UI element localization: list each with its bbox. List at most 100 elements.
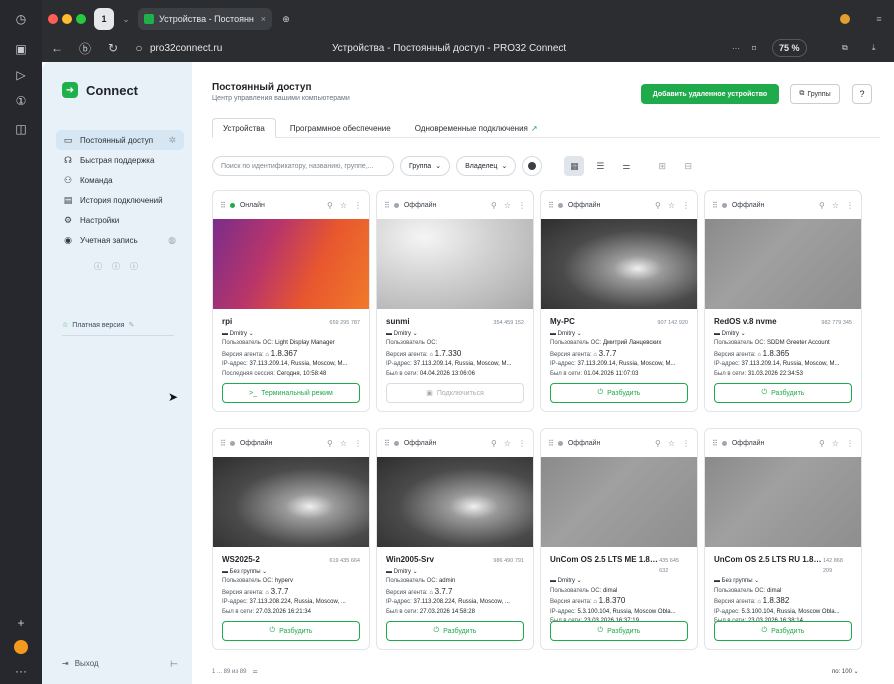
- device-card[interactable]: ⠿ Оффлайн ⚲ ☆ ⋮ UnCom OS 2.5 LTS RU 1.8.…: [704, 428, 862, 650]
- chevron-down-icon[interactable]: ⌄: [118, 8, 134, 30]
- pin-icon[interactable]: ✲: [168, 135, 176, 146]
- one-icon[interactable]: ①: [10, 90, 32, 112]
- more-vertical-icon[interactable]: ⋮: [518, 201, 526, 210]
- device-screenshot[interactable]: [541, 219, 697, 309]
- status-filter-button[interactable]: [522, 156, 543, 176]
- columns-icon[interactable]: ⚌: [252, 668, 257, 675]
- tab-count-badge[interactable]: 1: [94, 8, 114, 30]
- card-action-button[interactable]: ⏻ Разбудить: [386, 621, 524, 641]
- device-owner[interactable]: ▬ Dmitry ⌄: [550, 330, 688, 340]
- device-screenshot[interactable]: [541, 457, 697, 547]
- device-screenshot[interactable]: [705, 457, 861, 547]
- shield-icon[interactable]: ⓑ: [74, 40, 96, 57]
- card-action-button[interactable]: ⏻ Разбудить: [550, 621, 688, 641]
- close-window-dot[interactable]: [48, 14, 58, 24]
- star-icon[interactable]: ☆: [832, 439, 839, 448]
- extension-icon[interactable]: [838, 8, 852, 30]
- add-device-button[interactable]: Добавить удаленное устройство: [641, 84, 779, 104]
- device-owner[interactable]: ▬ Без группы ⌄: [714, 577, 852, 587]
- more-vertical-icon[interactable]: ⋮: [354, 439, 362, 448]
- star-icon[interactable]: ☆: [504, 439, 511, 448]
- profile-icon[interactable]: [10, 636, 32, 658]
- device-screenshot[interactable]: [377, 457, 533, 547]
- card-action-button[interactable]: >_ Терминальный режим: [222, 383, 360, 403]
- star-icon[interactable]: ☆: [340, 201, 347, 210]
- device-card[interactable]: ⠿ Оффлайн ⚲ ☆ ⋮ UnCom OS 2.5 LTS ME 1.8.…: [540, 428, 698, 650]
- grid-view-icon[interactable]: ▦: [564, 156, 585, 176]
- star-icon[interactable]: ☆: [832, 201, 839, 210]
- filter-sliders-icon[interactable]: ⚌: [616, 156, 636, 176]
- device-screenshot[interactable]: [705, 219, 861, 309]
- card-action-button[interactable]: ⏻ Разбудить: [222, 621, 360, 641]
- star-icon[interactable]: ☆: [504, 201, 511, 210]
- group-dropdown[interactable]: Группа ⌄: [400, 156, 451, 176]
- help-icon[interactable]: ⓘ: [112, 261, 120, 272]
- sort-icon[interactable]: ⊟: [678, 156, 698, 176]
- device-screenshot[interactable]: [213, 457, 369, 547]
- screenshot-icon[interactable]: ◫: [10, 118, 32, 140]
- help-icon[interactable]: ?: [852, 84, 872, 104]
- device-card[interactable]: ⠿ Оффлайн ⚲ ☆ ⋮ RedOS v.8 nvme 982 779 3…: [704, 190, 862, 412]
- history-icon[interactable]: ◷: [10, 8, 32, 30]
- device-screenshot[interactable]: [213, 219, 369, 309]
- star-icon[interactable]: ☆: [668, 439, 675, 448]
- clock-icon[interactable]: ⓘ: [130, 261, 138, 272]
- owner-dropdown[interactable]: Владелец ⌄: [456, 156, 517, 176]
- device-owner[interactable]: ▬ Dmitry ⌄: [386, 330, 524, 340]
- card-action-button[interactable]: ⏻ Разбудить: [550, 383, 688, 403]
- more-vertical-icon[interactable]: ⋮: [846, 439, 854, 448]
- tabs-icon[interactable]: ▣: [10, 38, 32, 60]
- maximize-window-dot[interactable]: [76, 14, 86, 24]
- drag-handle-icon[interactable]: ⠿: [548, 439, 554, 448]
- site-info-icon[interactable]: ○: [128, 41, 150, 55]
- logout-button[interactable]: ⇥ Выход: [62, 659, 99, 668]
- per-page-select[interactable]: по: 100 ⌄: [832, 668, 859, 675]
- more-icon[interactable]: ···: [732, 44, 740, 53]
- more-vertical-icon[interactable]: ⋮: [682, 439, 690, 448]
- more-vertical-icon[interactable]: ⋮: [846, 201, 854, 210]
- card-action-button[interactable]: ⏻ Разбудить: [714, 621, 852, 641]
- back-icon[interactable]: ←: [46, 41, 68, 55]
- zoom-indicator[interactable]: 75 %: [772, 39, 807, 57]
- drag-handle-icon[interactable]: ⠿: [384, 201, 390, 210]
- device-owner[interactable]: ▬ Dmitry ⌄: [222, 330, 360, 340]
- star-icon[interactable]: ☆: [668, 201, 675, 210]
- sidebar-item-history[interactable]: ▤ История подключений: [56, 190, 184, 210]
- drag-handle-icon[interactable]: ⠿: [220, 201, 226, 210]
- drag-handle-icon[interactable]: ⠿: [384, 439, 390, 448]
- sidebar-item-team[interactable]: ⚇ Команда: [56, 170, 184, 190]
- reload-icon[interactable]: ↻: [102, 41, 124, 55]
- info-icon[interactable]: ⓘ: [94, 261, 102, 272]
- card-action-button[interactable]: ▣ Подключиться: [386, 383, 524, 403]
- groups-button[interactable]: ⧉ Группы: [790, 84, 840, 104]
- drag-handle-icon[interactable]: ⠿: [712, 439, 718, 448]
- sidebar-item-settings[interactable]: ⚙ Настройки: [56, 210, 184, 230]
- more-icon[interactable]: ···: [10, 660, 32, 682]
- menu-icon[interactable]: ≡: [872, 8, 886, 30]
- minimize-window-dot[interactable]: [62, 14, 72, 24]
- download-icon[interactable]: ⤓: [872, 43, 876, 53]
- device-owner[interactable]: ▬ Dmitry ⌄: [550, 577, 688, 587]
- bookmark-icon[interactable]: ⌑: [752, 44, 756, 53]
- drag-handle-icon[interactable]: ⠿: [220, 439, 226, 448]
- add-folder-icon[interactable]: ⊞: [652, 156, 672, 176]
- device-card[interactable]: ⠿ Оффлайн ⚲ ☆ ⋮ WS2025-2 619 435 664 ▬ Б…: [212, 428, 370, 650]
- tab-software[interactable]: Программное обеспечение: [280, 118, 401, 138]
- logo[interactable]: ➜ Connect: [62, 82, 138, 98]
- collapse-sidebar-icon[interactable]: ⊢: [170, 659, 178, 670]
- paid-version[interactable]: ☆ Платная версия ✎: [62, 321, 174, 336]
- sidebar-item-quick-support[interactable]: ☊ Быстрая поддержка: [56, 150, 184, 170]
- device-card[interactable]: ⠿ Онлайн ⚲ ☆ ⋮ rpi 659 295 787 ▬ Dmitry …: [212, 190, 370, 412]
- sidebar-item-account[interactable]: ◉ Учетная запись ◍: [56, 230, 184, 250]
- more-vertical-icon[interactable]: ⋮: [354, 201, 362, 210]
- drag-handle-icon[interactable]: ⠿: [712, 201, 718, 210]
- sidebar-toggle-icon[interactable]: ⧉: [842, 43, 848, 53]
- browser-tab[interactable]: Устройства - Постоянн ×: [138, 8, 272, 30]
- star-icon[interactable]: ☆: [340, 439, 347, 448]
- plus-icon[interactable]: +: [10, 612, 32, 634]
- drag-handle-icon[interactable]: ⠿: [548, 201, 554, 210]
- url-text[interactable]: pro32connect.ru: [150, 43, 222, 54]
- device-card[interactable]: ⠿ Оффлайн ⚲ ☆ ⋮ sunmi 354 459 152 ▬ Dmit…: [376, 190, 534, 412]
- search-input[interactable]: Поиск по идентификатору, названию, групп…: [212, 156, 394, 176]
- device-owner[interactable]: ▬ Dmitry ⌄: [714, 330, 852, 340]
